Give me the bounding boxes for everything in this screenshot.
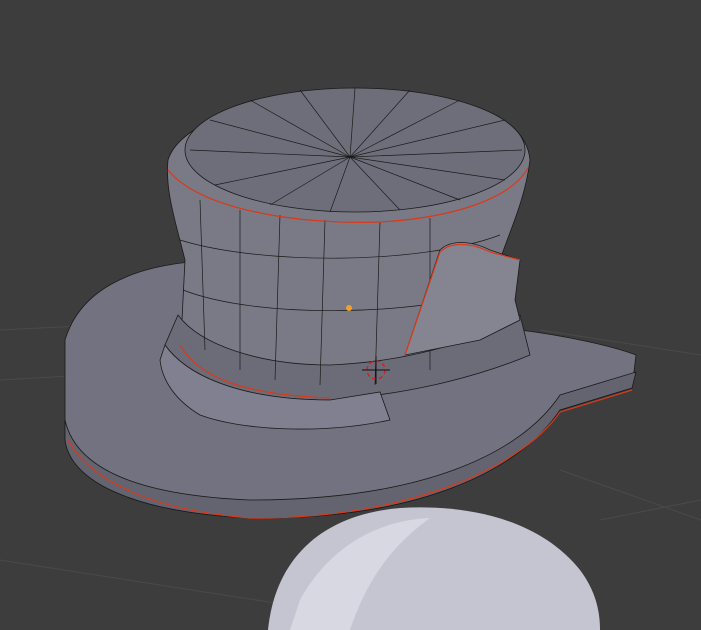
viewport-canvas[interactable] bbox=[0, 0, 701, 630]
hat-top bbox=[184, 87, 526, 213]
object-origin bbox=[346, 305, 352, 311]
top-hat-mesh[interactable] bbox=[64, 87, 637, 519]
3d-viewport[interactable] bbox=[0, 0, 701, 630]
head-sphere bbox=[268, 507, 600, 630]
